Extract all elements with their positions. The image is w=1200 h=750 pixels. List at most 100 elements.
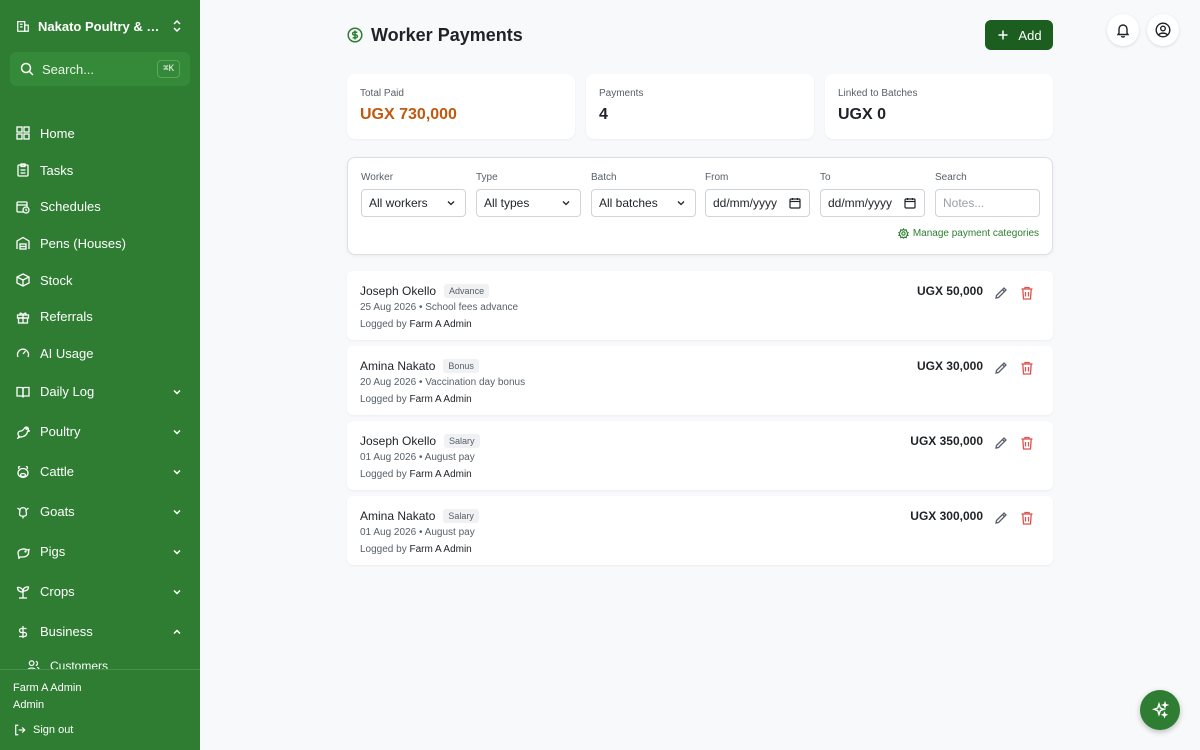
sidebar-item-stock[interactable]: Stock bbox=[0, 262, 200, 299]
payment-amount: UGX 30,000 bbox=[916, 359, 983, 373]
worker-filter-label: Worker bbox=[361, 172, 394, 183]
logged-by: Farm A Admin bbox=[409, 394, 472, 405]
sidebar-group-label: Poultry bbox=[40, 424, 81, 440]
farm-name: Nakato Poultry & Da... bbox=[38, 18, 162, 34]
account-button[interactable] bbox=[1147, 14, 1179, 46]
payment-row: Amina Nakato Salary 01 Aug 2026 • August… bbox=[347, 496, 1053, 565]
sidebar-item-label: Home bbox=[40, 125, 75, 141]
add-payment-button[interactable]: Add bbox=[985, 20, 1053, 50]
worker-select-value: All workers bbox=[369, 196, 428, 210]
calendar-icon[interactable] bbox=[788, 196, 802, 210]
sidebar-group-business[interactable]: Business bbox=[0, 612, 200, 652]
to-date-input[interactable]: dd/mm/yyyy bbox=[820, 189, 925, 217]
sidebar-group-goats[interactable]: Goats bbox=[0, 492, 200, 532]
edit-pencil-icon[interactable] bbox=[993, 360, 1009, 376]
dollar-icon bbox=[16, 625, 30, 639]
plus-icon bbox=[996, 28, 1010, 42]
payment-type-badge: Salary bbox=[443, 509, 479, 523]
payment-amount: UGX 350,000 bbox=[910, 434, 983, 448]
sidebar-item-pens[interactable]: Pens (Houses) bbox=[0, 225, 200, 262]
sign-out-button[interactable]: Sign out bbox=[13, 723, 187, 737]
edit-pencil-icon[interactable] bbox=[993, 510, 1009, 526]
sidebar-group-label: Daily Log bbox=[40, 384, 95, 400]
book-icon bbox=[16, 385, 30, 399]
sidebar-item-home[interactable]: Home bbox=[0, 115, 200, 152]
payment-row: Joseph Okello Salary 01 Aug 2026 • Augus… bbox=[347, 421, 1053, 490]
edit-pencil-icon[interactable] bbox=[993, 285, 1009, 301]
payment-logged: Logged by Farm A Admin bbox=[360, 469, 472, 480]
sidebar-group-pigs[interactable]: Pigs bbox=[0, 532, 200, 572]
box-icon bbox=[16, 273, 30, 287]
edit-pencil-icon[interactable] bbox=[993, 435, 1009, 451]
payment-meta: 25 Aug 2026 • School fees advance bbox=[360, 302, 519, 313]
to-date-value: dd/mm/yyyy bbox=[828, 196, 893, 210]
dollar-circle-icon bbox=[347, 27, 363, 43]
stat-payments: Payments 4 bbox=[586, 74, 814, 139]
worker-name: Amina Nakato bbox=[360, 509, 436, 523]
clipboard-icon bbox=[16, 163, 30, 177]
chevron-down-icon bbox=[170, 385, 184, 399]
sidebar-nav: Home Tasks Schedules Pens (Houses) Stock… bbox=[0, 115, 200, 680]
sidebar-group-crops[interactable]: Crops bbox=[0, 572, 200, 612]
logged-prefix: Logged by bbox=[360, 319, 407, 330]
grid-icon bbox=[16, 126, 30, 140]
chevron-up-icon bbox=[170, 625, 184, 639]
user-circle-icon bbox=[1155, 22, 1171, 38]
calendar-icon[interactable] bbox=[903, 196, 917, 210]
sidebar-group-poultry[interactable]: Poultry bbox=[0, 412, 200, 452]
payment-logged: Logged by Farm A Admin bbox=[360, 544, 472, 555]
chevron-up-down-icon bbox=[170, 19, 184, 33]
payment-row: Joseph Okello Advance 25 Aug 2026 • Scho… bbox=[347, 271, 1053, 340]
warehouse-icon bbox=[16, 236, 30, 251]
search-filter-label: Search bbox=[935, 172, 967, 183]
payment-header: Joseph Okello Advance bbox=[360, 284, 490, 298]
search-shortcut: ⌘K bbox=[157, 60, 180, 78]
notifications-button[interactable] bbox=[1107, 14, 1139, 46]
sidebar-search[interactable]: Search... ⌘K bbox=[10, 52, 190, 86]
sidebar-item-referrals[interactable]: Referrals bbox=[0, 298, 200, 335]
chevron-down-icon bbox=[170, 465, 184, 479]
from-date-value: dd/mm/yyyy bbox=[713, 196, 778, 210]
batch-select[interactable]: All batches bbox=[591, 189, 696, 217]
sidebar-group-daily-log[interactable]: Daily Log bbox=[0, 372, 200, 412]
sidebar-item-label: Referrals bbox=[40, 309, 93, 325]
user-role: Admin bbox=[13, 699, 45, 711]
sidebar-group-label: Business bbox=[40, 624, 93, 640]
pig-icon bbox=[16, 545, 30, 559]
sidebar-item-schedules[interactable]: Schedules bbox=[0, 188, 200, 225]
gear-icon bbox=[897, 228, 909, 239]
sidebar-item-label: Schedules bbox=[40, 199, 101, 215]
payment-amount: UGX 50,000 bbox=[916, 284, 983, 298]
building-icon bbox=[16, 19, 30, 33]
manage-categories-link[interactable]: Manage payment categories bbox=[897, 228, 1039, 239]
to-date-label: To bbox=[820, 172, 831, 183]
sign-out-label: Sign out bbox=[33, 724, 74, 736]
stat-value: 4 bbox=[599, 106, 608, 123]
user-name: Farm A Admin bbox=[13, 682, 82, 694]
chevron-down-icon bbox=[170, 545, 184, 559]
logged-prefix: Logged by bbox=[360, 469, 407, 480]
sidebar: Nakato Poultry & Da... Search... ⌘K Home… bbox=[0, 0, 200, 750]
filters-panel: Worker All workers Type All types Batch … bbox=[347, 157, 1053, 255]
worker-name: Joseph Okello bbox=[360, 284, 437, 298]
farm-switcher[interactable]: Nakato Poultry & Da... bbox=[0, 0, 200, 52]
page-title: Worker Payments bbox=[371, 24, 523, 45]
delete-trash-icon[interactable] bbox=[1019, 435, 1035, 451]
sidebar-item-label: Tasks bbox=[40, 162, 74, 178]
worker-select[interactable]: All workers bbox=[361, 189, 466, 217]
delete-trash-icon[interactable] bbox=[1019, 360, 1035, 376]
sidebar-group-label: Goats bbox=[40, 504, 75, 520]
notes-search-input[interactable]: Notes... bbox=[935, 189, 1040, 217]
delete-trash-icon[interactable] bbox=[1019, 510, 1035, 526]
type-select[interactable]: All types bbox=[476, 189, 581, 217]
delete-trash-icon[interactable] bbox=[1019, 285, 1035, 301]
sidebar-item-tasks[interactable]: Tasks bbox=[0, 152, 200, 189]
manage-categories-label: Manage payment categories bbox=[912, 228, 1039, 239]
log-out-icon bbox=[13, 723, 27, 737]
sidebar-item-ai-usage[interactable]: AI Usage bbox=[0, 335, 200, 372]
payment-amount: UGX 300,000 bbox=[910, 509, 983, 523]
from-date-input[interactable]: dd/mm/yyyy bbox=[705, 189, 810, 217]
ai-assistant-button[interactable] bbox=[1140, 690, 1180, 730]
sidebar-group-cattle[interactable]: Cattle bbox=[0, 452, 200, 492]
chevron-down-icon bbox=[444, 196, 458, 210]
